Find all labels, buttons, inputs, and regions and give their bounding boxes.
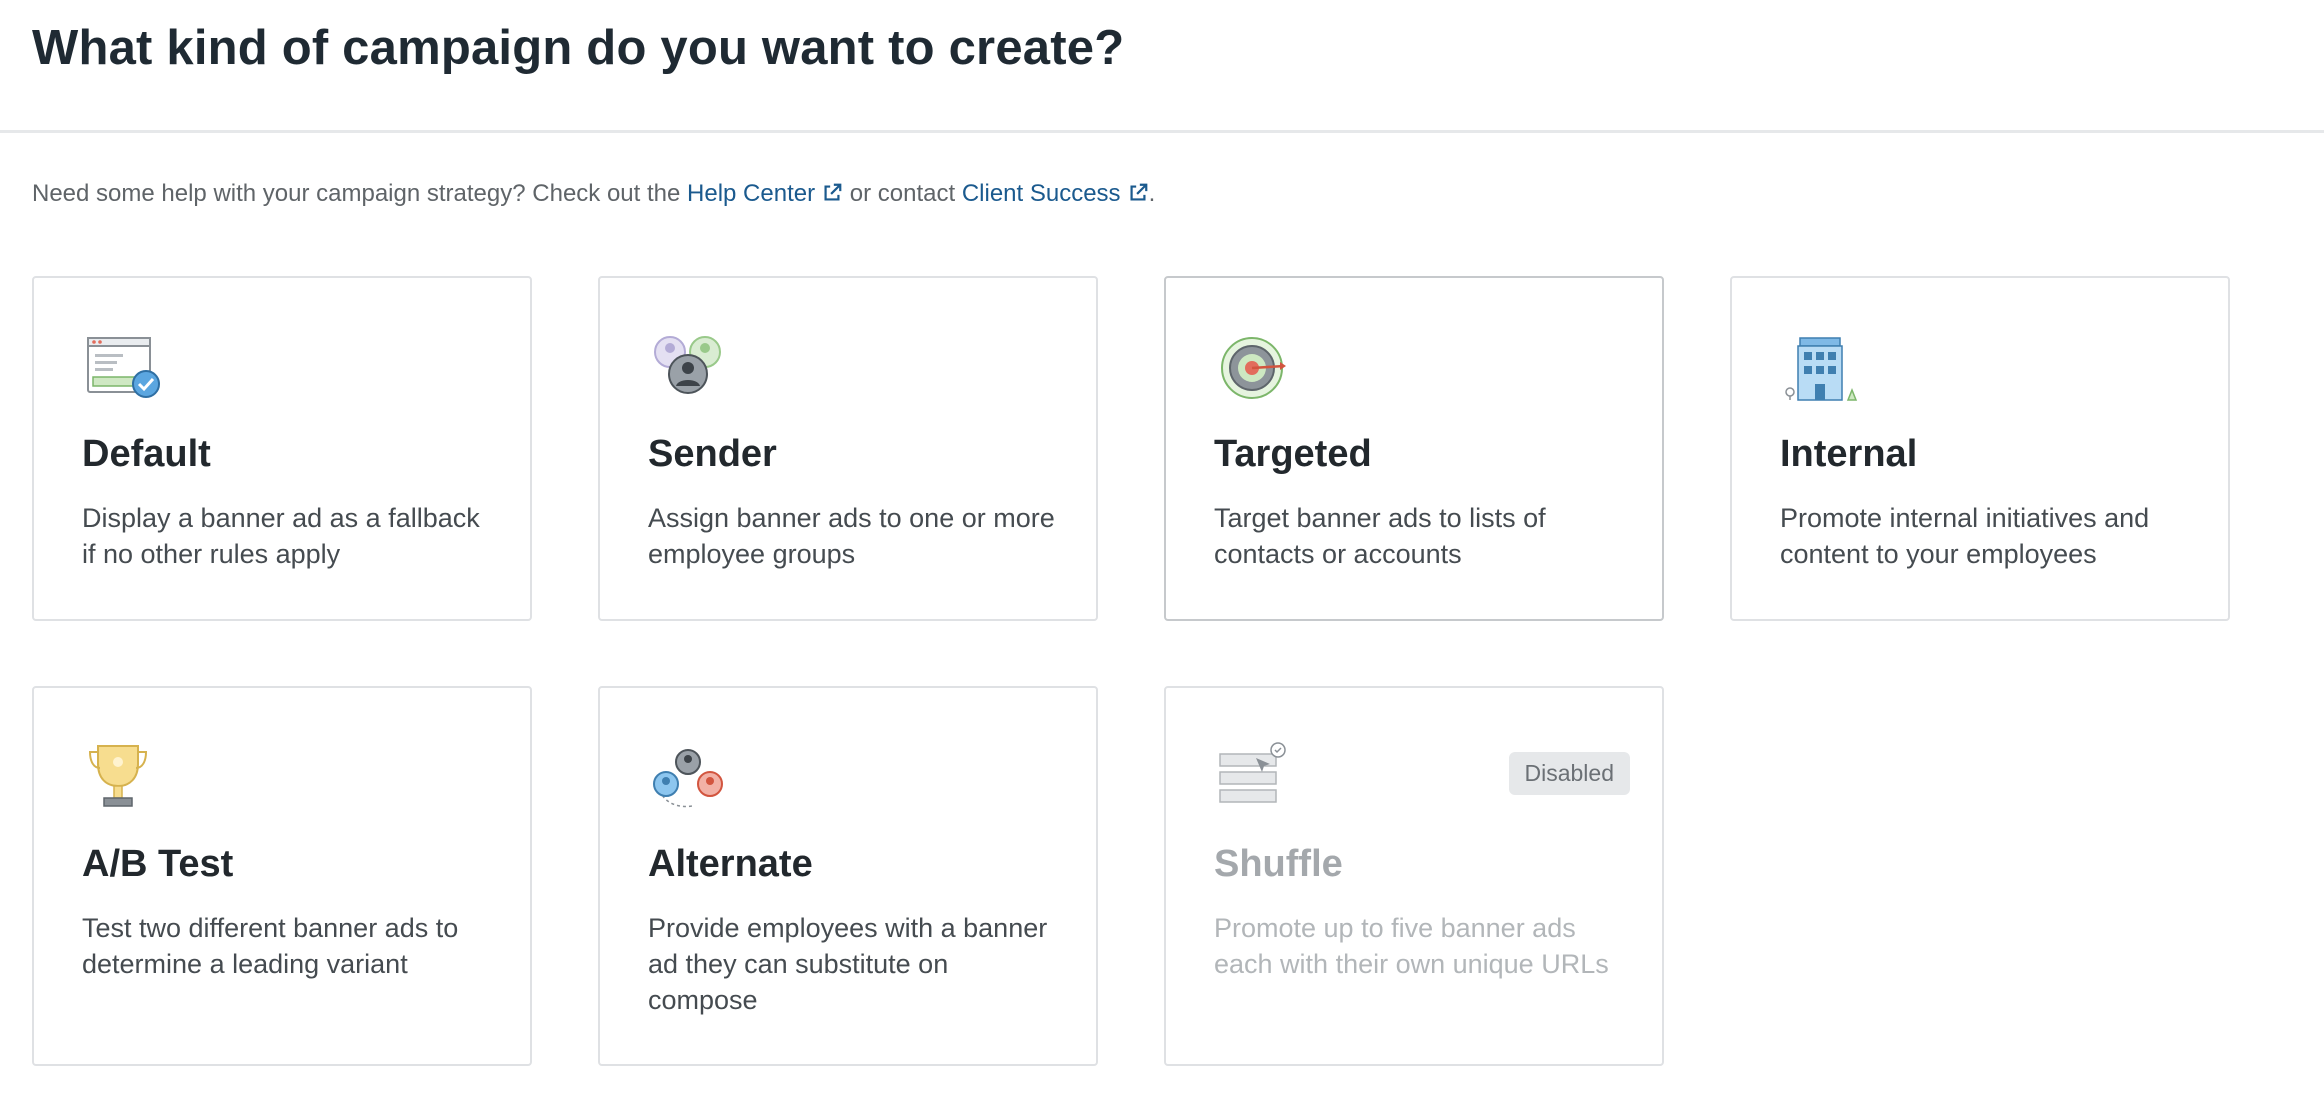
campaign-card-internal[interactable]: Internal Promote internal initiatives an… xyxy=(1730,276,2230,621)
external-link-icon xyxy=(824,183,842,201)
page-header: What kind of campaign do you want to cre… xyxy=(0,0,2324,133)
campaign-card-targeted[interactable]: Targeted Target banner ads to lists of c… xyxy=(1164,276,1664,621)
help-center-label: Help Center xyxy=(687,180,816,207)
user-groups-icon xyxy=(654,336,721,394)
help-line: Need some help with your campaign strate… xyxy=(32,180,1155,208)
status-badge: Disabled xyxy=(1508,752,1630,795)
campaign-card-sender[interactable]: Sender Assign banner ads to one or more … xyxy=(598,276,1098,621)
card-description: Promote internal initiatives and content… xyxy=(1780,503,2150,569)
help-center-link[interactable]: Help Center xyxy=(687,180,843,207)
browser-badge-icon xyxy=(87,337,160,398)
campaign-card-default[interactable]: Default Display a banner ad as a fallbac… xyxy=(32,276,532,621)
shuffle-banners-icon xyxy=(1219,742,1286,803)
card-description: Provide employees with a banner ad they … xyxy=(648,913,1048,1015)
campaign-card-ab-test[interactable]: A/B Test Test two different banner ads t… xyxy=(32,686,532,1066)
campaign-card-alternate[interactable]: Alternate Provide employees with a banne… xyxy=(598,686,1098,1066)
card-description: Assign banner ads to one or more employe… xyxy=(648,503,1055,569)
card-title: Internal xyxy=(1780,433,1918,475)
card-title: Shuffle xyxy=(1214,843,1343,885)
client-success-label: Client Success xyxy=(961,180,1121,207)
card-description: Target banner ads to lists of contacts o… xyxy=(1214,503,1546,569)
help-text-middle: or contact xyxy=(843,180,962,207)
card-description: Display a banner ad as a fallback if no … xyxy=(82,503,480,569)
rotating-users-icon xyxy=(653,749,723,808)
client-success-link[interactable]: Client Success xyxy=(962,180,1149,207)
card-description: Promote up to five banner ads each with … xyxy=(1214,913,1609,979)
page-title: What kind of campaign do you want to cre… xyxy=(32,21,1125,75)
campaign-card-shuffle: Disabled Shuffle Promote up to five bann… xyxy=(1164,686,1664,1066)
card-title: Targeted xyxy=(1214,433,1372,475)
external-link-icon xyxy=(1130,183,1147,201)
help-text-suffix: . xyxy=(1148,180,1156,207)
help-text-prefix: Need some help with your campaign strate… xyxy=(32,180,688,207)
card-title: Sender xyxy=(648,433,777,475)
card-title: A/B Test xyxy=(82,843,234,885)
trophy-icon xyxy=(88,745,148,807)
card-description: Test two different banner ads to determi… xyxy=(82,913,459,979)
target-icon xyxy=(1221,337,1286,399)
card-title: Default xyxy=(82,433,211,475)
building-icon xyxy=(1785,337,1858,401)
card-title: Alternate xyxy=(648,843,813,885)
